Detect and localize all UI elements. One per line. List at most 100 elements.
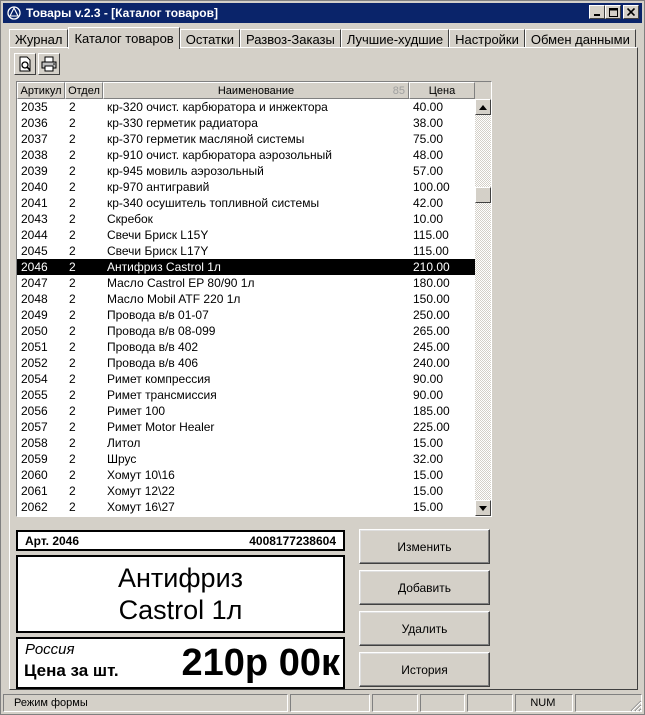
cell-price: 240.00: [413, 356, 450, 370]
maximize-button[interactable]: [605, 5, 621, 19]
table-row[interactable]: 2052 2 Провода в/в 406 240.00: [17, 355, 475, 371]
cell-department: 2: [69, 452, 76, 466]
article-label: Арт. 2046: [25, 533, 80, 548]
grid-body: 2035 2 кр-320 очист. карбюратора и инжекто…: [17, 99, 475, 515]
table-row[interactable]: 2035 2 кр-320 очист. карбюратора и инжекто…: [17, 99, 475, 115]
vertical-scrollbar[interactable]: [475, 99, 491, 516]
cell-price: 225.00: [413, 420, 450, 434]
tab-best-worst[interactable]: Лучшие-худшие: [340, 29, 450, 48]
cell-name: Хомут 12\22: [107, 484, 175, 498]
cell-article: 2059: [21, 452, 48, 466]
table-row[interactable]: 2039 2 кр-945 мовиль аэрозольный 57.00: [17, 163, 475, 179]
history-button[interactable]: История: [359, 652, 490, 687]
header-price[interactable]: Цена: [409, 82, 475, 99]
tab-catalog[interactable]: Каталог товаров: [68, 27, 180, 49]
table-row[interactable]: 2043 2 Скребок 10.00: [17, 211, 475, 227]
cell-article: 2055: [21, 388, 48, 402]
cell-department: 2: [69, 292, 76, 306]
table-row[interactable]: 2038 2 кр-910 очист. карбюратора аэрозольн…: [17, 147, 475, 163]
minimize-button[interactable]: [589, 5, 605, 19]
header-price-label: Цена: [428, 84, 456, 97]
table-row[interactable]: 2037 2 кр-370 герметик масляной системы 75.…: [17, 131, 475, 147]
scroll-up-button[interactable]: [475, 99, 491, 115]
cell-name: Провода в/в 402: [107, 340, 199, 354]
cell-price: 10.00: [413, 212, 444, 226]
status-num: NUM: [515, 694, 574, 712]
cell-department: 2: [69, 340, 76, 354]
cell-article: 2061: [21, 484, 48, 498]
header-department[interactable]: Отдел: [65, 82, 103, 99]
cell-name: Шрус: [107, 452, 137, 466]
tab-delivery-orders[interactable]: Развоз-Заказы: [239, 29, 341, 48]
close-button[interactable]: [623, 5, 639, 19]
table-row[interactable]: 2051 2 Провода в/в 402 245.00: [17, 339, 475, 355]
product-name-display: Антифриз Castrol 1л: [16, 555, 345, 633]
header-name[interactable]: Наименование 85: [103, 82, 409, 99]
table-row[interactable]: 2045 2 Свечи Бриск L17Y 115.00: [17, 243, 475, 259]
cell-name: Свечи Бриск L15Y: [107, 228, 209, 242]
table-row[interactable]: 2054 2 Римет компрессия 90.00: [17, 371, 475, 387]
print-button[interactable]: [38, 53, 60, 75]
tab-journal[interactable]: Журнал: [9, 29, 69, 48]
table-row[interactable]: 2050 2 Провода в/в 08-099 265.00: [17, 323, 475, 339]
cell-article: 2051: [21, 340, 48, 354]
cell-name: Римет Motor Healer: [107, 420, 215, 434]
table-row[interactable]: 2049 2 Провода в/в 01-07 250.00: [17, 307, 475, 323]
cell-department: 2: [69, 196, 76, 210]
table-row[interactable]: 2061 2 Хомут 12\22 15.00: [17, 483, 475, 499]
cell-article: 2047: [21, 276, 48, 290]
table-row[interactable]: 2047 2 Масло Castrol EP 80/90 1л 180.00: [17, 275, 475, 291]
table-row[interactable]: 2040 2 кр-970 антигравий 100.00: [17, 179, 475, 195]
unit-price-label: Цена за шт.: [24, 661, 119, 680]
tab-data-exchange[interactable]: Обмен данными: [524, 29, 636, 48]
scroll-down-button[interactable]: [475, 500, 491, 516]
cell-name: Масло Castrol EP 80/90 1л: [107, 276, 255, 290]
edit-button[interactable]: Изменить: [359, 529, 490, 564]
cell-name: Римет 100: [107, 404, 166, 418]
cell-price: 40.00: [413, 100, 444, 114]
table-row[interactable]: 2041 2 кр-340 осушитель топливной системы 4…: [17, 195, 475, 211]
app-logo-icon[interactable]: [6, 5, 22, 21]
catalog-grid[interactable]: Артикул Отдел Наименование 85 Цена 2035 2 к…: [16, 81, 492, 517]
status-panel-4: [419, 694, 466, 712]
cell-price: 57.00: [413, 164, 444, 178]
record-count: 85: [392, 84, 405, 97]
table-row[interactable]: 2062 2 Хомут 16\27 15.00: [17, 499, 475, 515]
cell-department: 2: [69, 212, 76, 226]
delete-button[interactable]: Удалить: [359, 611, 490, 646]
title-bar[interactable]: Товары v.2.3 - [Каталог товаров]: [3, 3, 642, 23]
scroll-thumb[interactable]: [475, 187, 491, 203]
cell-article: 2035: [21, 100, 48, 114]
tab-stock[interactable]: Остатки: [179, 29, 240, 48]
table-row[interactable]: 2056 2 Римет 100 185.00: [17, 403, 475, 419]
cell-name: Провода в/в 406: [107, 356, 199, 370]
cell-name: Провода в/в 08-099: [107, 324, 216, 338]
table-row[interactable]: 2048 2 Масло Mobil ATF 220 1л 150.00: [17, 291, 475, 307]
tab-settings[interactable]: Настройки: [449, 29, 525, 48]
cell-name: кр-320 очист. карбюратора и инжектора: [107, 100, 328, 114]
cell-department: 2: [69, 484, 76, 498]
cell-department: 2: [69, 260, 76, 274]
cell-department: 2: [69, 388, 76, 402]
cell-department: 2: [69, 100, 76, 114]
header-article-label: Артикул: [20, 84, 62, 97]
table-row[interactable]: 2044 2 Свечи Бриск L15Y 115.00: [17, 227, 475, 243]
country-label: Россия: [25, 641, 75, 658]
cell-name: кр-910 очист. карбюратора аэрозольный: [107, 148, 333, 162]
header-article[interactable]: Артикул: [17, 82, 65, 99]
table-row[interactable]: 2046 2 Антифриз Castrol 1л 210.00: [17, 259, 475, 275]
table-row[interactable]: 2057 2 Римет Motor Healer 225.00: [17, 419, 475, 435]
cell-name: Хомут 16\27: [107, 500, 175, 514]
status-bar: Режим формы NUM: [3, 694, 642, 712]
cell-article: 2052: [21, 356, 48, 370]
print-preview-button[interactable]: [14, 53, 36, 75]
table-row[interactable]: 2055 2 Римет трансмиссия 90.00: [17, 387, 475, 403]
table-row[interactable]: 2036 2 кр-330 герметик радиатора 38.00: [17, 115, 475, 131]
table-row[interactable]: 2059 2 Шрус 32.00: [17, 451, 475, 467]
maximize-icon: [608, 7, 618, 17]
table-row[interactable]: 2060 2 Хомут 10\16 15.00: [17, 467, 475, 483]
add-button[interactable]: Добавить: [359, 570, 490, 605]
resize-grip-icon[interactable]: [630, 700, 642, 712]
table-row[interactable]: 2058 2 Литол 15.00: [17, 435, 475, 451]
cell-price: 15.00: [413, 436, 444, 450]
